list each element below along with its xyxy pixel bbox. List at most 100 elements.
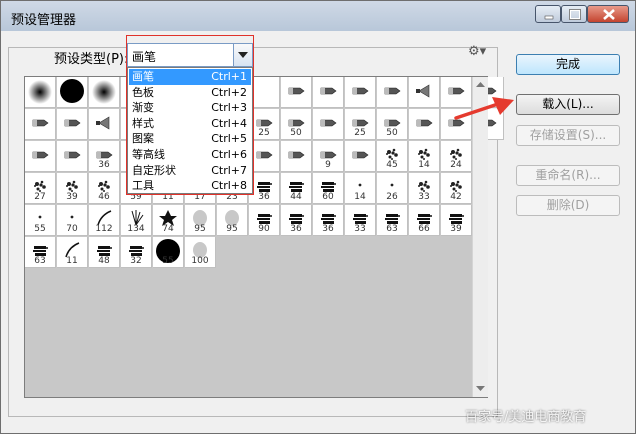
soft-round-brush-icon	[92, 80, 116, 104]
brush-size-label: 27	[34, 192, 46, 202]
brush-size-label: 55	[162, 256, 174, 266]
brush-preset-cell[interactable]: 39	[441, 205, 472, 236]
brush-preset-cell[interactable]: 66	[409, 205, 440, 236]
brush-preset-cell[interactable]: 50	[377, 109, 408, 140]
brush-preset-cell[interactable]: 55	[25, 205, 56, 236]
scroll-down-button[interactable]	[473, 381, 488, 397]
brush-tip-icon	[32, 151, 49, 159]
brush-preset-cell[interactable]	[345, 141, 376, 172]
brush-preset-cell[interactable]	[89, 77, 120, 108]
brush-tip-icon	[320, 87, 337, 95]
brush-preset-cell[interactable]	[57, 77, 88, 108]
brush-preset-cell[interactable]: 24	[441, 141, 472, 172]
brush-preset-cell[interactable]	[57, 109, 88, 140]
brush-preset-cell[interactable]: 14	[409, 141, 440, 172]
brush-preset-cell[interactable]	[281, 77, 312, 108]
brush-preset-cell[interactable]: 9	[313, 141, 344, 172]
brush-preset-cell[interactable]	[57, 141, 88, 172]
brush-size-label: 95	[226, 224, 238, 234]
brush-preset-cell[interactable]: 50	[281, 109, 312, 140]
title-bar[interactable]: 预设管理器	[1, 1, 635, 31]
brush-preset-cell[interactable]	[25, 77, 56, 108]
brush-tip-icon	[320, 119, 337, 127]
brush-size-label: 46	[98, 192, 110, 202]
brush-size-label: 33	[418, 192, 430, 202]
brush-preset-cell[interactable]: 36	[281, 205, 312, 236]
brush-preset-cell[interactable]	[313, 109, 344, 140]
brush-preset-cell[interactable]: 48	[89, 237, 120, 268]
brush-size-label: 55	[34, 224, 46, 234]
close-icon	[603, 9, 615, 20]
brush-preset-cell[interactable]	[89, 109, 120, 140]
preset-type-label: 预设类型(P):	[52, 48, 131, 67]
brush-preset-cell[interactable]: 134	[121, 205, 152, 236]
brush-preset-cell[interactable]	[409, 109, 440, 140]
brush-preset-cell[interactable]: 14	[345, 173, 376, 204]
brush-size-label: 33	[354, 224, 366, 234]
watermark-text: 百家号/美迪电商教育	[465, 410, 587, 425]
brush-preset-cell[interactable]: 90	[249, 205, 280, 236]
brush-preset-cell[interactable]: 11	[57, 237, 88, 268]
brush-preset-cell[interactable]: 60	[313, 173, 344, 204]
save-settings-button[interactable]: 存储设置(S)...	[516, 125, 620, 146]
brush-size-label: 112	[95, 224, 113, 234]
brush-preset-cell[interactable]	[25, 109, 56, 140]
brush-preset-cell[interactable]: 36	[313, 205, 344, 236]
brush-preset-cell[interactable]: 63	[25, 237, 56, 268]
brush-size-label: 39	[450, 224, 462, 234]
brush-preset-cell[interactable]	[377, 77, 408, 108]
brush-preset-cell[interactable]: 39	[57, 173, 88, 204]
brush-size-label: 32	[130, 256, 142, 266]
brush-preset-cell[interactable]	[313, 77, 344, 108]
brush-preset-cell[interactable]: 36	[89, 141, 120, 172]
brush-size-label: 24	[450, 160, 462, 170]
load-button[interactable]: 载入(L)...	[516, 94, 620, 115]
brush-preset-cell[interactable]: 70	[57, 205, 88, 236]
brush-preset-cell[interactable]: 63	[377, 205, 408, 236]
brush-preset-cell[interactable]: 100	[185, 237, 216, 268]
done-button[interactable]: 完成	[516, 54, 620, 75]
brush-preset-list[interactable]: 25 50 25 50 36 9 45 14 24 27 39 46 59 11 17 23 36 44 60 14 2…	[24, 76, 504, 398]
vertical-scrollbar[interactable]	[472, 77, 488, 397]
brush-preset-cell[interactable]: 112	[89, 205, 120, 236]
brush-preset-cell[interactable]: 33	[345, 205, 376, 236]
rename-button[interactable]: 重命名(R)...	[516, 165, 620, 186]
scroll-up-button[interactable]	[473, 77, 488, 93]
brush-size-label: 48	[98, 256, 110, 266]
maximize-icon	[569, 9, 581, 20]
brush-preset-cell[interactable]: 95	[217, 205, 248, 236]
brush-preset-cell[interactable]: 44	[281, 173, 312, 204]
close-button[interactable]	[587, 5, 629, 23]
brush-size-label: 45	[386, 160, 398, 170]
gear-icon[interactable]: ⚙▾	[468, 44, 486, 59]
brush-preset-cell[interactable]	[345, 77, 376, 108]
brush-tip-icon	[32, 119, 49, 127]
brush-size-label: 36	[322, 224, 334, 234]
brush-preset-cell[interactable]: 32	[121, 237, 152, 268]
brush-preset-cell[interactable]: 27	[25, 173, 56, 204]
brush-preset-cell[interactable]: 74	[153, 205, 184, 236]
brush-tip-icon	[352, 151, 369, 159]
brush-preset-cell[interactable]: 46	[89, 173, 120, 204]
fan-brush-icon	[416, 84, 430, 98]
brush-size-label: 42	[450, 192, 462, 202]
minimize-icon	[544, 15, 554, 20]
maximize-button[interactable]	[561, 5, 587, 23]
brush-preset-cell[interactable]: 42	[441, 173, 472, 204]
brush-size-label: 63	[386, 224, 398, 234]
brush-preset-cell[interactable]: 55	[153, 237, 184, 268]
brush-preset-cell[interactable]: 95	[185, 205, 216, 236]
brush-preset-cell[interactable]	[25, 141, 56, 172]
minimize-button[interactable]	[535, 5, 561, 23]
brush-preset-cell[interactable]: 26	[377, 173, 408, 204]
brush-size-label: 44	[290, 192, 302, 202]
brush-preset-cell[interactable]: 33	[409, 173, 440, 204]
brush-tip-icon	[64, 151, 81, 159]
highlight-box	[126, 35, 254, 195]
soft-round-brush-icon	[28, 80, 52, 104]
delete-button[interactable]: 删除(D)	[516, 195, 620, 216]
brush-preset-cell[interactable]	[281, 141, 312, 172]
brush-preset-cell[interactable]: 45	[377, 141, 408, 172]
brush-preset-cell[interactable]	[409, 77, 440, 108]
brush-preset-cell[interactable]: 25	[345, 109, 376, 140]
